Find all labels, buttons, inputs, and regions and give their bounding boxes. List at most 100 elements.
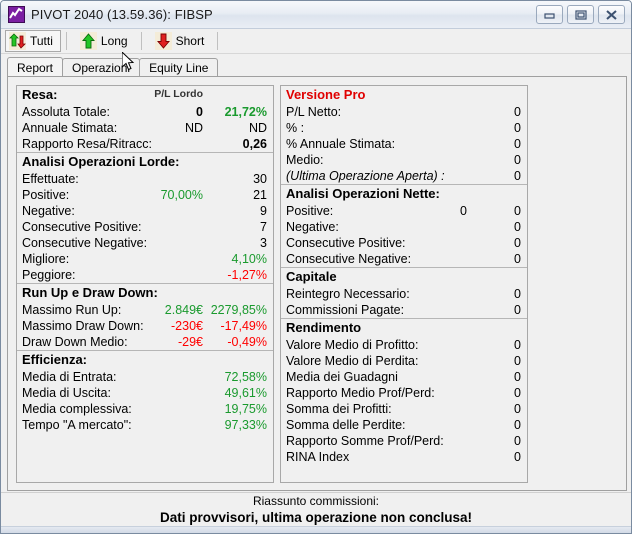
tab-operazioni-label: Operazioni: [72, 61, 131, 75]
report-row-label: Rendimento: [286, 320, 362, 335]
arrow-up-green-icon: [79, 32, 97, 50]
report-row: Somma delle Perdite: 0: [281, 417, 527, 433]
report-row: (Ultima Operazione Aperta) : 0: [281, 168, 527, 184]
report-row-label: Valore Medio di Profitto:: [286, 338, 419, 352]
report-row-label: Draw Down Medio:: [22, 335, 128, 349]
report-row: Consecutive Positive: 7: [17, 219, 273, 235]
tab-strip: Report Operazioni Equity Line: [7, 57, 625, 77]
report-group-header: Analisi Operazioni Lorde:: [17, 153, 273, 171]
report-row: Rapporto Somme Prof/Perd: 0: [281, 433, 527, 449]
report-row-value: 0: [514, 287, 521, 301]
window-bottom-edge: [1, 526, 631, 533]
status-area: Riassunto commissioni: Dati provvisori, …: [1, 492, 631, 526]
report-row: Commissioni Pagate: 0: [281, 302, 527, 318]
report-row-label: Annuale Stimata:: [22, 121, 118, 135]
tab-report-label: Report: [17, 60, 54, 75]
report-group-analisi-operazioni-nette: Analisi Operazioni Nette: Positive: 0 0 Nega…: [281, 185, 527, 268]
report-row-value: ND: [248, 121, 267, 135]
report-row-value: -17,49%: [220, 319, 267, 333]
report-row-label: Analisi Operazioni Lorde:: [22, 154, 180, 169]
report-row-value: 0: [514, 252, 521, 266]
status-warning-message: Dati provvisori, ultima operazione non c…: [159, 510, 473, 525]
report-row-label: Massimo Run Up:: [22, 303, 122, 317]
close-button[interactable]: [598, 5, 625, 24]
toolbar-button-long[interactable]: Long: [76, 30, 136, 52]
report-row-value: 0: [514, 153, 521, 167]
report-row: [281, 465, 527, 481]
report-row-value: 4,10%: [231, 252, 267, 266]
report-row-mid-value: 0: [196, 105, 203, 119]
report-row-mid-value: -230€: [171, 319, 203, 333]
report-row-value: 0: [514, 370, 521, 384]
report-panel-lordo: Resa: P/L Lordo Assoluta Totale: 0 21,72% Ann…: [16, 85, 274, 483]
report-row-value: 0: [514, 121, 521, 135]
toolbar-separator-2: [140, 32, 142, 50]
report-row-value: 21,72%: [224, 105, 267, 119]
report-row-value: -1,27%: [227, 268, 267, 282]
report-row-mid-value: ND: [184, 121, 203, 135]
report-row-label: Effettuate:: [22, 172, 79, 186]
tab-report[interactable]: Report: [7, 57, 64, 77]
report-row: Peggiore: -1,27%: [17, 267, 273, 283]
report-row-label: % :: [286, 121, 305, 135]
report-row: Medio: 0: [281, 152, 527, 168]
toolbar-separator-1: [65, 32, 67, 50]
report-row-value: -0,49%: [227, 335, 267, 349]
report-row-label: Media di Entrata:: [22, 370, 117, 384]
report-row-value: 21: [253, 188, 267, 202]
toolbar-button-short[interactable]: Short: [151, 30, 213, 52]
report-row-label: (Ultima Operazione Aperta) :: [286, 169, 445, 183]
report-group-header: Capitale: [281, 268, 527, 286]
report-row-value: 0: [514, 204, 521, 218]
report-group-header: Analisi Operazioni Nette:: [281, 185, 527, 203]
report-row-mid-value: P/L Lordo: [154, 88, 203, 100]
report-row-value: 0: [514, 354, 521, 368]
toolbar-label-long: Long: [100, 34, 128, 48]
report-row-value: 0: [514, 236, 521, 250]
report-row: Rapporto Medio Prof/Perd: 0: [281, 385, 527, 401]
report-row: Negative: 9: [17, 203, 273, 219]
report-row-mid-value: -29€: [177, 335, 203, 349]
report-row: Migliore: 4,10%: [17, 251, 273, 267]
tab-operazioni[interactable]: Operazioni: [62, 58, 141, 77]
report-row-value: 0: [514, 450, 521, 464]
report-row-label: Somma delle Perdite:: [286, 418, 406, 432]
report-row-value: 97,33%: [224, 418, 267, 432]
report-row: % : 0: [281, 120, 527, 136]
report-row: Annuale Stimata: ND ND: [17, 120, 273, 136]
report-group-capitale: Capitale Reintegro Necessario: 0 Commission…: [281, 268, 527, 319]
window-controls: [536, 5, 625, 24]
tab-equity-line[interactable]: Equity Line: [139, 58, 219, 77]
report-row: Somma dei Profitti: 0: [281, 401, 527, 417]
report-row-label: Efficienza:: [22, 352, 88, 367]
report-row-label: Positive:: [286, 204, 334, 218]
report-row-label: Vari indicatori: [286, 481, 372, 482]
report-row: Consecutive Negative: 3: [17, 235, 273, 251]
title-bar[interactable]: PIVOT 2040 (13.59.36): FIBSP: [1, 1, 631, 29]
report-row-label: Migliore:: [22, 252, 70, 266]
report-panel-netto: Versione Pro P/L Netto: 0% :0% Annuale Sti…: [280, 85, 528, 483]
report-row: RINA Index 0: [281, 449, 527, 465]
report-group-run-up-e-draw-down: Run Up e Draw Down: Massimo Run Up: 2.849€…: [17, 284, 273, 351]
report-row: Valore Medio di Perdita: 0: [281, 353, 527, 369]
report-row: Massimo Run Up: 2.849€ 2279,85%: [17, 302, 273, 318]
maximize-button[interactable]: [567, 5, 594, 24]
report-row-label: Resa:: [22, 87, 58, 102]
report-row-value: 0: [514, 338, 521, 352]
report-row-label: Positive:: [22, 188, 70, 202]
report-row: Positive: 70,00% 21: [17, 187, 273, 203]
report-row-label: Massimo Draw Down:: [22, 319, 144, 333]
report-row-label: Rapporto Medio Prof/Perd:: [286, 386, 435, 400]
toolbar-label-tutti: Tutti: [30, 34, 53, 48]
double-arrow-up-down-icon: [9, 32, 26, 50]
report-row: P/L Netto: 0: [281, 104, 527, 120]
report-row-label: Run Up e Draw Down:: [22, 285, 158, 300]
report-row-value: 0: [514, 137, 521, 151]
report-row: % Annuale Stimata: 0: [281, 136, 527, 152]
toolbar-button-tutti[interactable]: Tutti: [5, 30, 61, 52]
minimize-button[interactable]: [536, 5, 563, 24]
application-window: PIVOT 2040 (13.59.36): FIBSP Tutti Long …: [0, 0, 632, 534]
report-row: Assoluta Totale: 0 21,72%: [17, 104, 273, 120]
report-row-label: Versione Pro: [286, 87, 366, 102]
report-group-header: Resa: P/L Lordo: [17, 86, 273, 104]
